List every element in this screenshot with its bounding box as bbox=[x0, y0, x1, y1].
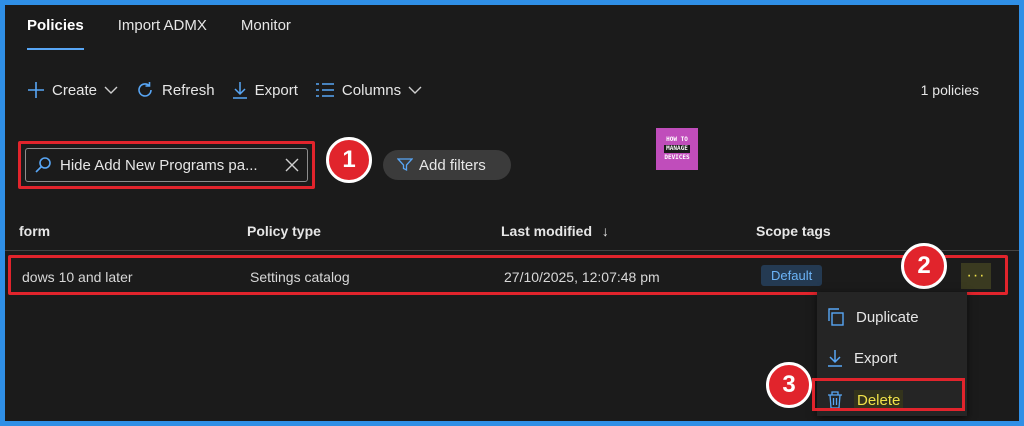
table-row[interactable]: dows 10 and later Settings catalog 27/10… bbox=[8, 255, 1008, 295]
search-input[interactable]: Hide Add New Programs pa... bbox=[25, 148, 308, 182]
scope-tag-badge: Default bbox=[761, 265, 823, 286]
menu-item-export[interactable]: Export bbox=[817, 341, 967, 375]
refresh-button[interactable]: Refresh bbox=[135, 80, 215, 100]
more-actions-button[interactable]: ··· bbox=[961, 263, 991, 289]
tab-bar: Policies Import ADMX Monitor bbox=[27, 17, 291, 50]
cell-last-modified: 27/10/2025, 12:07:48 pm bbox=[504, 269, 660, 285]
chevron-down-icon bbox=[104, 86, 118, 94]
export-label: Export bbox=[854, 349, 898, 367]
toolbar: Create Refresh Export Columns bbox=[27, 80, 439, 100]
menu-item-duplicate[interactable]: Duplicate bbox=[817, 300, 967, 334]
cell-platform: dows 10 and later bbox=[22, 269, 133, 285]
columns-icon bbox=[315, 83, 334, 97]
clear-icon[interactable] bbox=[285, 158, 299, 172]
step-badge-2: 2 bbox=[901, 243, 947, 289]
columns-label: Columns bbox=[341, 81, 402, 99]
htmd-logo: HOW TO MANAGE DEVICES bbox=[656, 128, 698, 170]
tab-import-admx[interactable]: Import ADMX bbox=[118, 17, 207, 42]
last-modified-label: Last modified bbox=[501, 223, 593, 239]
col-header-last-modified[interactable]: Last modified ↓ bbox=[501, 223, 609, 239]
download-icon bbox=[232, 82, 247, 99]
app-frame: Policies Import ADMX Monitor Create Refr… bbox=[5, 5, 1019, 421]
download-icon bbox=[828, 350, 842, 367]
policy-count: 1 policies bbox=[920, 82, 979, 98]
col-header-scope-tags[interactable]: Scope tags bbox=[756, 223, 831, 239]
filter-icon bbox=[397, 158, 413, 172]
search-value: Hide Add New Programs pa... bbox=[60, 156, 258, 174]
delete-highlight-box bbox=[812, 378, 965, 411]
columns-button[interactable]: Columns bbox=[315, 82, 422, 99]
create-button[interactable]: Create bbox=[27, 81, 118, 99]
sort-arrow-icon: ↓ bbox=[601, 223, 609, 239]
search-icon bbox=[35, 157, 51, 173]
duplicate-label: Duplicate bbox=[856, 308, 919, 326]
export-button[interactable]: Export bbox=[232, 81, 298, 99]
tab-monitor[interactable]: Monitor bbox=[241, 17, 291, 42]
create-label: Create bbox=[52, 81, 98, 99]
col-header-policy-type[interactable]: Policy type bbox=[247, 223, 321, 239]
cell-policy-type: Settings catalog bbox=[250, 269, 350, 285]
add-filters-button[interactable]: Add filters bbox=[383, 150, 511, 180]
duplicate-icon bbox=[828, 308, 844, 326]
logo-line-1: HOW TO bbox=[666, 136, 688, 143]
tab-policies[interactable]: Policies bbox=[27, 17, 84, 50]
header-divider bbox=[5, 250, 1019, 251]
plus-icon bbox=[28, 82, 44, 98]
step-badge-1: 1 bbox=[326, 137, 372, 183]
logo-line-3: DEVICES bbox=[664, 154, 690, 161]
col-header-platform[interactable]: form bbox=[19, 223, 50, 239]
add-filters-label: Add filters bbox=[419, 156, 486, 174]
refresh-label: Refresh bbox=[162, 81, 215, 99]
export-label: Export bbox=[254, 81, 298, 99]
chevron-down-icon bbox=[408, 86, 422, 94]
step-badge-3: 3 bbox=[766, 362, 812, 408]
refresh-icon bbox=[138, 82, 152, 97]
logo-line-2: MANAGE bbox=[664, 145, 690, 153]
